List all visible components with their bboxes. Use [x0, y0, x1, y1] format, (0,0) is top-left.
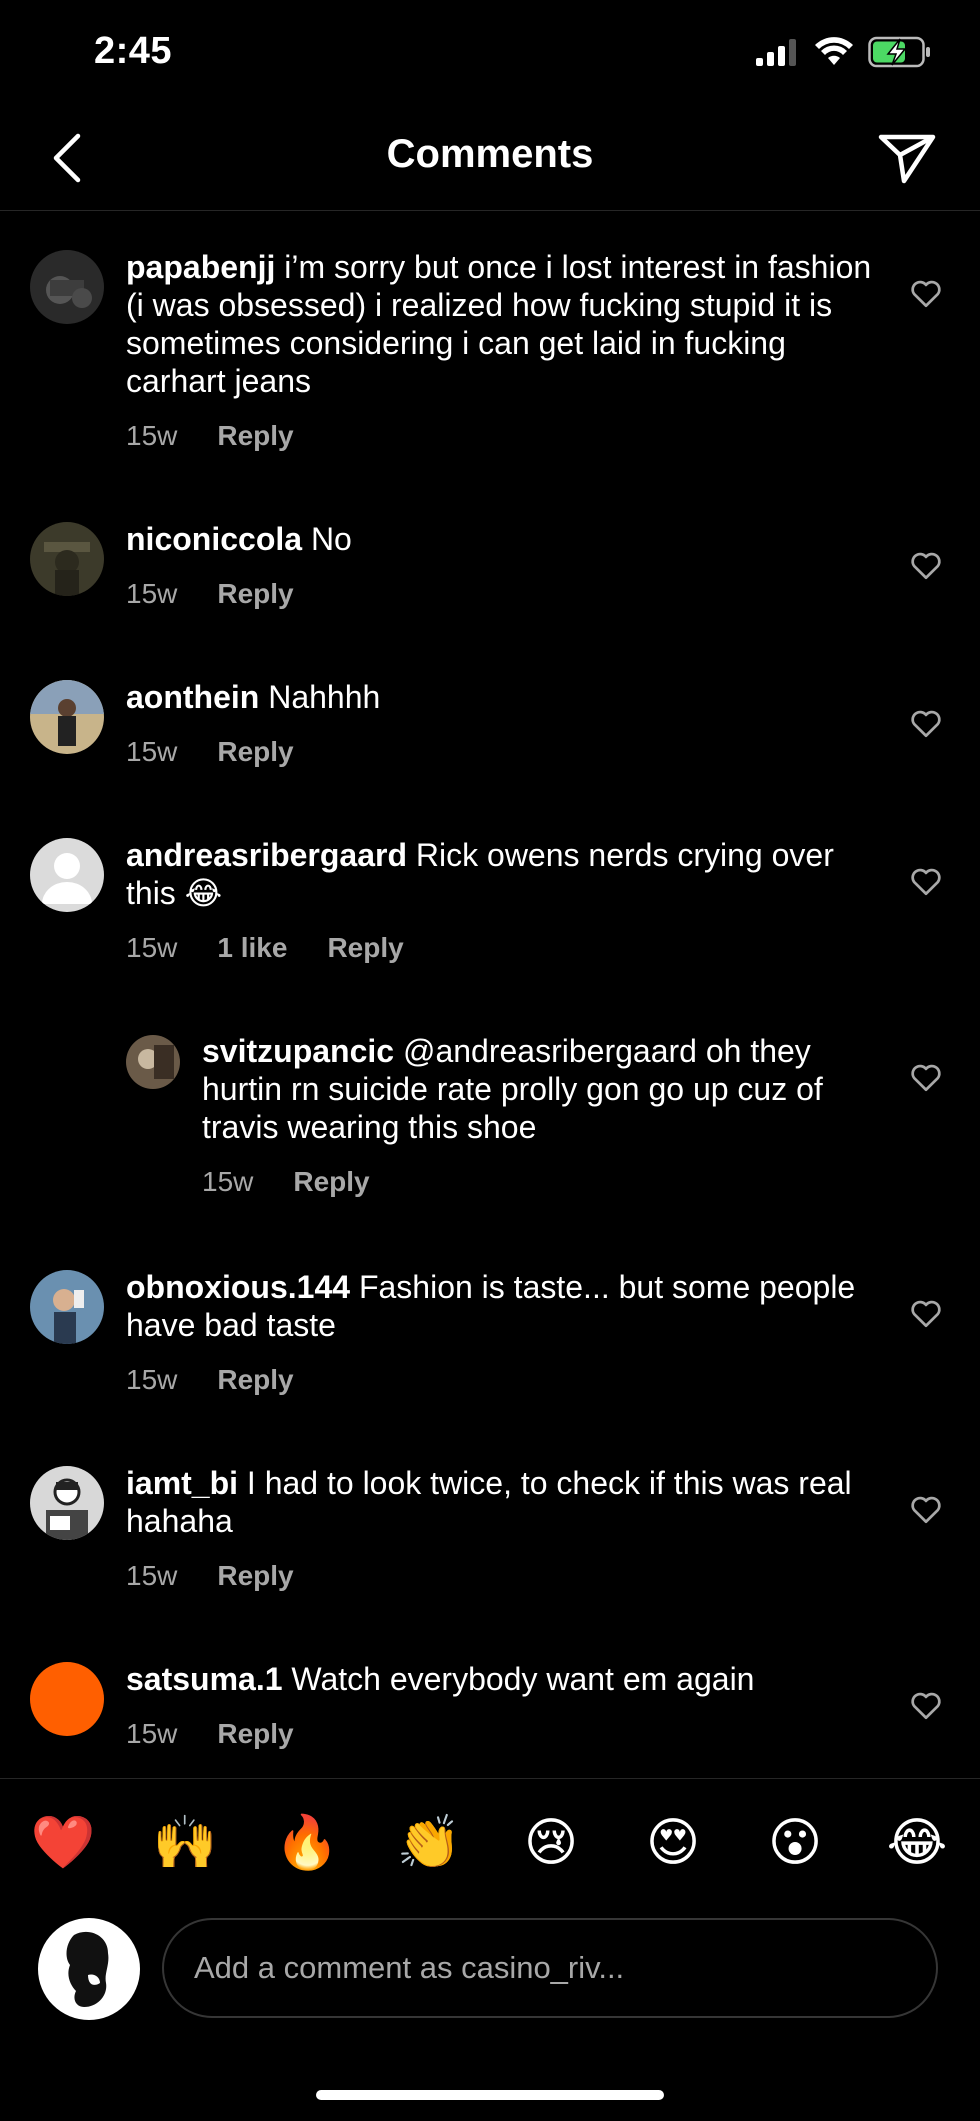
status-icons	[756, 36, 932, 68]
reply-button[interactable]: Reply	[217, 736, 293, 768]
comment-username[interactable]: aonthein	[126, 679, 259, 715]
comment-username[interactable]: papabenjj	[126, 249, 275, 285]
emoji-heart-button[interactable]: ❤️	[28, 1808, 98, 1878]
avatar[interactable]	[30, 1662, 104, 1736]
avatar[interactable]	[30, 522, 104, 596]
comment-username[interactable]: svitzupancic	[202, 1033, 394, 1069]
paper-plane-icon	[878, 134, 936, 184]
heart-icon[interactable]	[908, 275, 944, 311]
heart-icon[interactable]	[908, 705, 944, 741]
home-indicator[interactable]	[316, 2090, 664, 2100]
cellular-signal-icon	[756, 39, 796, 66]
emoji-crying-button[interactable]: 😢	[516, 1808, 586, 1878]
comment-time: 15w	[126, 736, 178, 767]
comment-time: 15w	[126, 1364, 178, 1395]
comment-time: 15w	[126, 1560, 178, 1591]
reply-button[interactable]: Reply	[217, 1718, 293, 1750]
emoji-fire-button[interactable]: 🔥	[272, 1808, 342, 1878]
comment-meta: 15w Reply	[202, 1166, 370, 1198]
comment-username[interactable]: niconiccola	[126, 521, 302, 557]
comment-body: No	[310, 521, 352, 557]
heart-icon[interactable]	[908, 863, 944, 899]
heart-icon[interactable]	[908, 1295, 944, 1331]
emoji-bar: ❤️ 🙌 🔥 👏 😢 😍 😮 😂	[0, 1808, 980, 1888]
comment-username[interactable]: andreasribergaard	[126, 837, 407, 873]
page-title: Comments	[386, 132, 594, 176]
avatar-silhouette-icon	[66, 1931, 109, 2007]
comment-username[interactable]: iamt_bi	[126, 1465, 238, 1501]
comment-time: 15w	[126, 932, 178, 963]
heart-icon[interactable]	[908, 547, 944, 583]
reply-button[interactable]: Reply	[217, 420, 293, 452]
comment-meta: 15w Reply	[126, 736, 294, 768]
heart-icon[interactable]	[908, 1687, 944, 1723]
emoji-surprised-button[interactable]: 😮	[760, 1808, 830, 1878]
reply-button[interactable]: Reply	[327, 932, 403, 964]
avatar[interactable]	[30, 1270, 104, 1344]
comment-time: 15w	[126, 1718, 178, 1749]
comment-meta: 15w Reply	[126, 1364, 294, 1396]
avatar[interactable]	[126, 1035, 180, 1089]
comment-meta: 15w Reply	[126, 578, 294, 610]
comment-time: 15w	[126, 578, 178, 609]
comment-text: obnoxious.144 Fashion is taste... but so…	[126, 1268, 886, 1344]
comment-meta: 15w 1 like Reply	[126, 932, 404, 964]
emoji-laughing-button[interactable]: 😂	[882, 1808, 952, 1878]
comment-text: satsuma.1 Watch everybody want em again	[126, 1660, 886, 1698]
reply-button[interactable]: Reply	[293, 1166, 369, 1198]
comment-text: niconiccola No	[126, 520, 886, 558]
comment-username[interactable]: satsuma.1	[126, 1661, 283, 1697]
avatar[interactable]	[30, 250, 104, 324]
comment-meta: 15w Reply	[126, 420, 294, 452]
emoji-heart-eyes-button[interactable]: 😍	[638, 1808, 708, 1878]
heart-icon[interactable]	[908, 1059, 944, 1095]
avatar[interactable]	[30, 838, 104, 912]
comment-text: papabenjj i’m sorry but once i lost inte…	[126, 248, 886, 400]
comment-time: 15w	[202, 1166, 254, 1197]
comment-time: 15w	[126, 420, 178, 451]
status-bar: 2:45	[0, 0, 980, 110]
battery-charging-icon	[868, 36, 930, 68]
wifi-icon	[815, 37, 853, 65]
reply-button[interactable]: Reply	[217, 1560, 293, 1592]
comment-input[interactable]: Add a comment as casino_riv...	[162, 1918, 938, 2018]
comment-username[interactable]: obnoxious.144	[126, 1269, 350, 1305]
header-bar: Comments	[0, 110, 980, 211]
comment-meta: 15w Reply	[126, 1560, 294, 1592]
reply-button[interactable]: Reply	[217, 578, 293, 610]
emoji-clap-button[interactable]: 👏	[394, 1808, 464, 1878]
share-button[interactable]	[872, 124, 942, 194]
emoji-raised-hands-button[interactable]: 🙌	[150, 1808, 220, 1878]
comment-text: andreasribergaard Rick owens nerds cryin…	[126, 836, 886, 912]
comment-meta: 15w Reply	[126, 1718, 294, 1750]
comment-text: iamt_bi I had to look twice, to check if…	[126, 1464, 886, 1540]
current-user-avatar[interactable]	[38, 1918, 140, 2020]
reply-button[interactable]: Reply	[217, 1364, 293, 1396]
status-time: 2:45	[94, 30, 173, 72]
divider	[0, 1778, 980, 1779]
comment-body: Watch everybody want em again	[291, 1661, 755, 1697]
likes-count[interactable]: 1 like	[217, 932, 287, 964]
heart-icon[interactable]	[908, 1491, 944, 1527]
comment-text: aonthein Nahhhh	[126, 678, 886, 716]
avatar[interactable]	[30, 680, 104, 754]
comment-body: Nahhhh	[268, 679, 381, 715]
avatar[interactable]	[30, 1466, 104, 1540]
comment-text: svitzupancic @andreasribergaard oh they …	[202, 1032, 862, 1146]
